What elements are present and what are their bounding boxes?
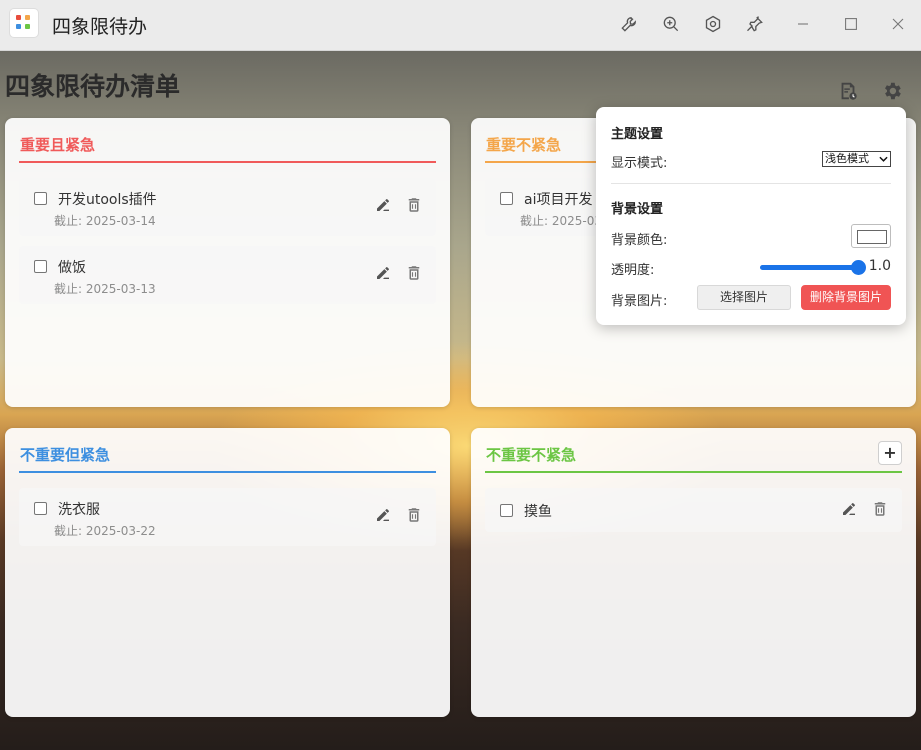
task-title: 做饭: [58, 260, 86, 276]
task-due-date: 截止: 2025-03: [520, 214, 602, 228]
window-title-bar: 四象限待办: [0, 0, 921, 51]
task-checkbox[interactable]: [500, 192, 513, 205]
quadrant-title: 不重要但紧急: [19, 442, 436, 473]
bg-color-label: 背景颜色:: [611, 233, 668, 248]
gear-icon[interactable]: [880, 79, 904, 103]
display-mode-select[interactable]: 浅色模式: [822, 151, 891, 167]
trash-icon[interactable]: [405, 264, 423, 286]
task-title: 开发utools插件: [58, 192, 157, 208]
task-title: 洗衣服: [58, 502, 100, 518]
choose-image-button[interactable]: 选择图片: [697, 285, 791, 310]
maximize-icon[interactable]: [839, 12, 863, 36]
edit-icon[interactable]: [375, 507, 391, 527]
opacity-row: 透明度: 1.0: [611, 253, 891, 281]
app-logo: [10, 9, 38, 37]
theme-settings-heading: 主题设置: [611, 127, 664, 142]
quadrant-title: 重要且紧急: [19, 132, 436, 163]
bg-color-picker[interactable]: [851, 224, 891, 248]
opacity-slider-thumb[interactable]: [851, 260, 866, 275]
quadrant-title: 不重要不紧急 +: [485, 441, 902, 473]
quadrant-title-text: 不重要不紧急: [486, 446, 577, 464]
task-title: ai项目开发: [524, 192, 593, 208]
hexagon-settings-icon[interactable]: [701, 12, 725, 36]
display-mode-value: 浅色模式: [825, 152, 869, 165]
bg-color-row: 背景颜色:: [611, 223, 891, 251]
close-icon[interactable]: [886, 12, 910, 36]
page-title: 四象限待办清单: [5, 72, 181, 101]
display-mode-row: 显示模式: 浅色模式: [611, 146, 891, 174]
task-report-icon[interactable]: [836, 79, 860, 103]
quadrant-urgent-not-important: 不重要但紧急 洗衣服 截止: 2025-03-22: [5, 428, 450, 717]
edit-icon[interactable]: [375, 265, 391, 285]
opacity-slider-track[interactable]: [760, 265, 857, 270]
task-checkbox[interactable]: [34, 192, 47, 205]
task-item: 做饭 截止: 2025-03-13: [19, 246, 436, 304]
pin-icon[interactable]: [743, 12, 767, 36]
trash-icon[interactable]: [405, 506, 423, 528]
task-checkbox[interactable]: [34, 502, 47, 515]
opacity-value: 1.0: [868, 258, 891, 274]
opacity-label: 透明度:: [611, 263, 655, 278]
add-task-button[interactable]: +: [878, 441, 902, 465]
divider: [611, 183, 891, 184]
display-mode-label: 显示模式:: [611, 156, 668, 171]
window-title: 四象限待办: [52, 16, 148, 38]
background-settings-heading: 背景设置: [611, 202, 664, 217]
task-item: 洗衣服 截止: 2025-03-22: [19, 488, 436, 546]
edit-icon[interactable]: [375, 197, 391, 217]
wrench-icon[interactable]: [617, 12, 641, 36]
quadrant-not-urgent-not-important: 不重要不紧急 + 摸鱼: [471, 428, 916, 717]
edit-icon[interactable]: [841, 501, 857, 521]
bg-image-label: 背景图片:: [611, 294, 668, 309]
settings-panel: 主题设置 显示模式: 浅色模式 背景设置 背景颜色: 透明度: 1.0 背景图片…: [596, 107, 906, 325]
delete-background-button[interactable]: 删除背景图片: [801, 285, 891, 310]
trash-icon[interactable]: [871, 500, 889, 522]
task-item: 开发utools插件 截止: 2025-03-14: [19, 178, 436, 236]
task-checkbox[interactable]: [34, 260, 47, 273]
trash-icon[interactable]: [405, 196, 423, 218]
zoom-in-icon[interactable]: [659, 12, 683, 36]
task-title: 摸鱼: [524, 504, 552, 520]
minimize-icon[interactable]: [791, 12, 815, 36]
task-due-date: 截止: 2025-03-13: [54, 282, 156, 296]
task-checkbox[interactable]: [500, 504, 513, 517]
task-due-date: 截止: 2025-03-22: [54, 524, 156, 538]
task-due-date: 截止: 2025-03-14: [54, 214, 156, 228]
task-item: 摸鱼: [485, 488, 902, 532]
chevron-down-icon: [879, 156, 888, 162]
bg-image-row: 背景图片: 选择图片 删除背景图片: [611, 285, 891, 313]
quadrant-urgent-important: 重要且紧急 开发utools插件 截止: 2025-03-14 做饭 截止: 2…: [5, 118, 450, 407]
